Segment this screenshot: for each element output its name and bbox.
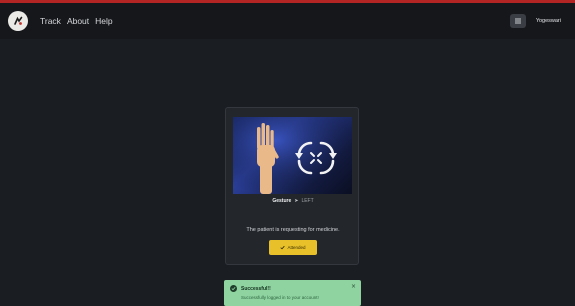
toast-title: Successful!!: [241, 285, 271, 292]
toast-message: Successfully logged in to your account!: [241, 295, 319, 300]
patient-message: The patient is requesting for medicine.: [246, 227, 340, 233]
success-toast: Successful!! × Successfully logged in to…: [224, 280, 361, 306]
check-circle-icon: [230, 285, 237, 292]
hand-gesture-image: [233, 117, 352, 194]
user-name[interactable]: Yogeswari: [536, 18, 561, 24]
settings-button[interactable]: [509, 14, 526, 28]
gesture-illustration: [233, 117, 352, 194]
gesture-value: LEFT: [301, 198, 314, 204]
check-icon: [280, 245, 286, 250]
gesture-label: Gesture: [272, 198, 292, 204]
gesture-row: Gesture ➤ LEFT: [226, 198, 360, 204]
brand-logo-icon[interactable]: [8, 11, 28, 31]
toast-close-icon[interactable]: ×: [351, 283, 356, 290]
attended-button-label: Attended: [287, 245, 306, 250]
navbar: Track About Help Yogeswari: [0, 3, 575, 39]
nav-link-help[interactable]: Help: [95, 16, 112, 26]
toast-header: Successful!!: [230, 285, 355, 292]
nav-link-about[interactable]: About: [67, 16, 89, 26]
gesture-arrow-icon: ➤: [294, 198, 299, 204]
gesture-card: Gesture ➤ LEFT The patient is requesting…: [225, 107, 359, 265]
settings-icon: [514, 18, 521, 24]
attended-button[interactable]: Attended: [269, 240, 317, 255]
nav-link-track[interactable]: Track: [40, 16, 61, 26]
